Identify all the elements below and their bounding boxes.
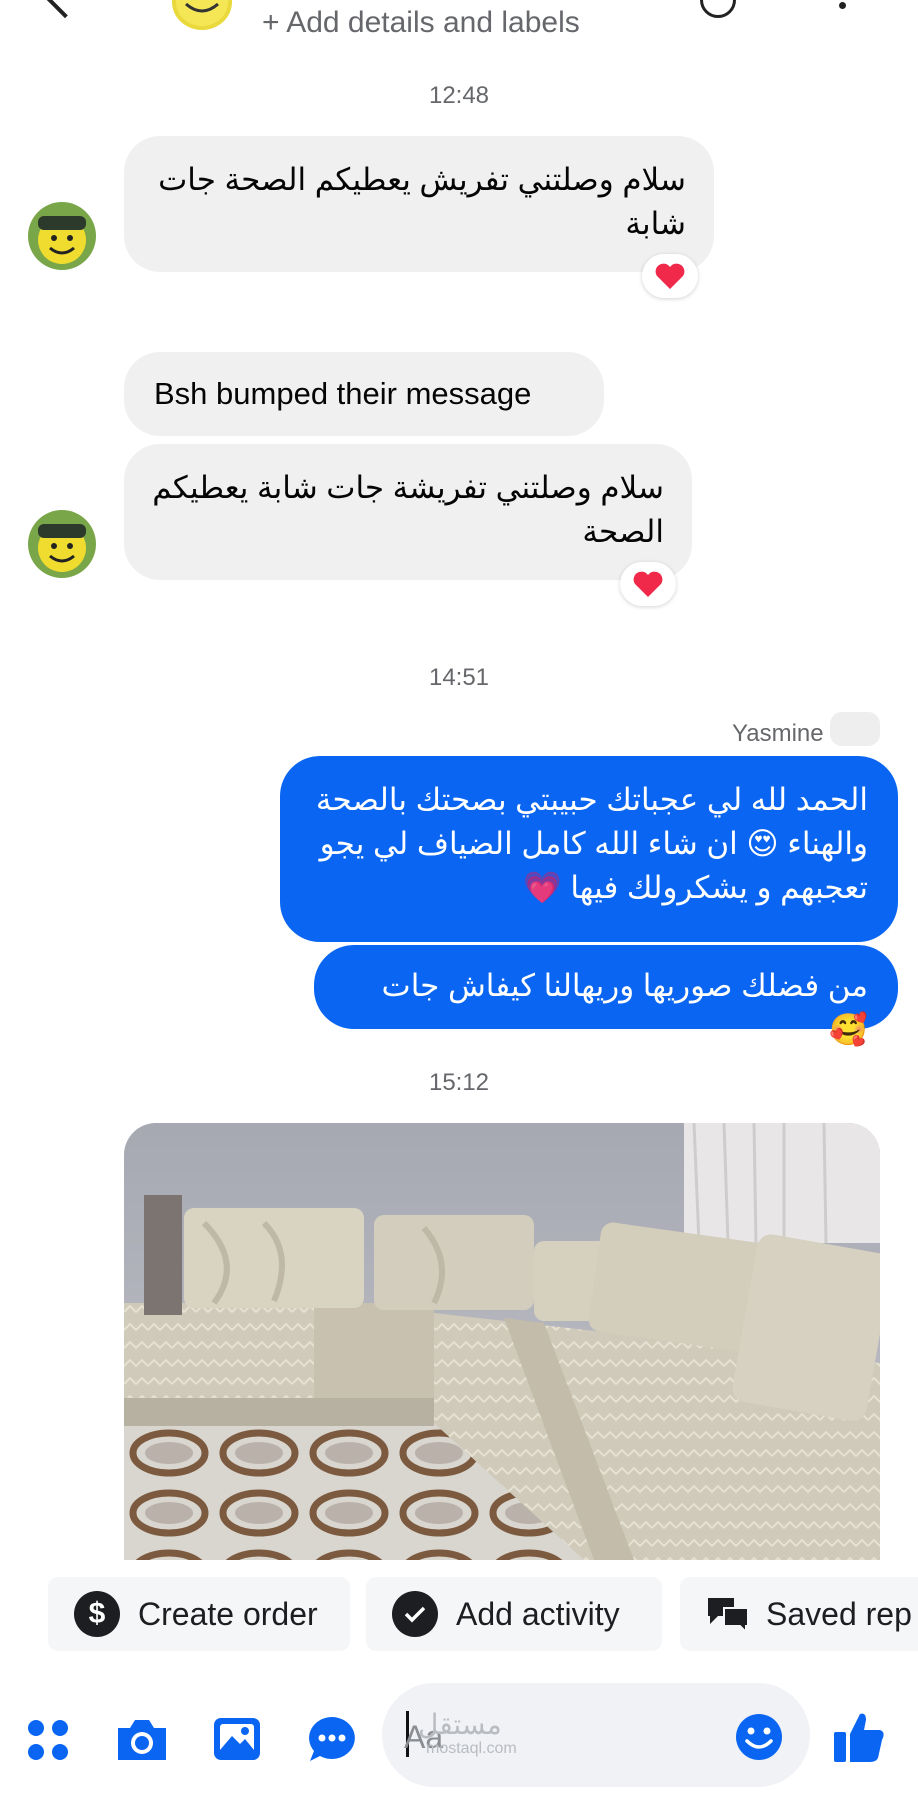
incoming-message[interactable]: سلام وصلتني تفريشة جات شابة يعطيكم الصحة	[124, 444, 692, 580]
chat-header: + Add details and labels	[0, 0, 918, 50]
outgoing-message[interactable]: من فضلك صوريها وريهالنا كيفاش جات 🥰	[314, 945, 898, 1047]
sofa-image	[124, 1123, 880, 1560]
dollar-circle-icon[interactable]	[700, 0, 736, 18]
gallery-icon[interactable]	[212, 1716, 262, 1762]
blurred-name	[830, 712, 880, 746]
more-vertical-icon[interactable]	[838, 0, 848, 16]
add-activity-button[interactable]: Add activity	[366, 1577, 662, 1651]
watermark-logo: مستقل	[418, 1709, 502, 1740]
heart-reaction-icon[interactable]	[642, 254, 698, 298]
create-order-button[interactable]: $ Create order	[48, 1577, 350, 1651]
sender-avatar[interactable]	[28, 510, 96, 578]
apps-grid-icon[interactable]	[26, 1718, 70, 1762]
chat-bubble-icon[interactable]	[306, 1714, 358, 1764]
incoming-message[interactable]: سلام وصلتني تفريش يعطيكم الصحة جات شابة	[124, 136, 714, 272]
message-line: والهناء 😍 ان شاء الله كامل الضياف لي يجو	[319, 826, 868, 861]
add-activity-label: Add activity	[456, 1595, 620, 1632]
dollar-icon: $	[74, 1591, 120, 1637]
contact-avatar[interactable]	[168, 0, 236, 32]
watermark-url: mostaql.com	[426, 1740, 517, 1757]
saved-replies-label: Saved rep	[766, 1595, 912, 1632]
bumped-notice: Bsh bumped their message	[124, 352, 604, 436]
saved-replies-icon	[704, 1594, 752, 1635]
create-order-label: Create order	[138, 1595, 318, 1632]
emoji-icon[interactable]	[734, 1712, 784, 1762]
outgoing-message[interactable]: الحمد لله لي عجباتك حبيبتي بصحتك بالصحة …	[280, 756, 898, 942]
camera-icon[interactable]	[114, 1716, 170, 1764]
timestamp: 14:51	[428, 664, 490, 691]
heart-icon	[655, 263, 685, 289]
checkmark-icon	[392, 1591, 438, 1637]
back-chevron-icon[interactable]	[43, 0, 87, 19]
message-line: تعجبهم و يشكرولك فيها 💗	[523, 870, 868, 905]
sofa-photo[interactable]	[124, 1123, 880, 1560]
saved-replies-button[interactable]: Saved rep	[680, 1577, 918, 1651]
add-details-link[interactable]: + Add details and labels	[262, 6, 580, 40]
timestamp: 15:12	[428, 1069, 490, 1096]
heart-icon	[633, 571, 663, 597]
heart-reaction-icon[interactable]	[620, 562, 676, 606]
thumbs-up-icon[interactable]	[832, 1708, 886, 1764]
timestamp: 12:48	[428, 82, 490, 109]
sender-avatar[interactable]	[28, 202, 96, 270]
message-line: الحمد لله لي عجباتك حبيبتي بصحتك بالصحة	[315, 782, 868, 817]
sender-name: Yasmine	[732, 720, 824, 747]
